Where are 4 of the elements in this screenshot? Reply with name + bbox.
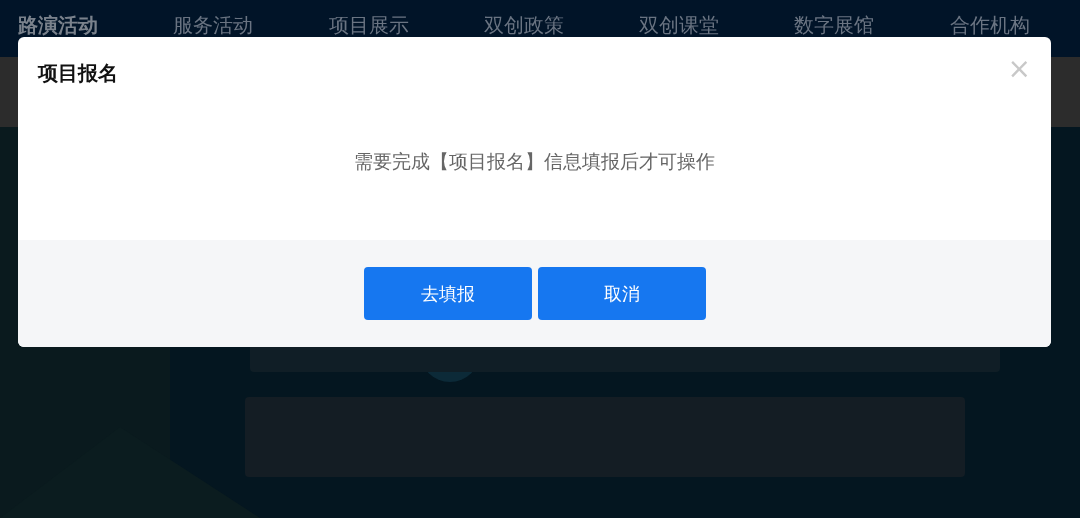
fill-in-button[interactable]: 去填报 (363, 267, 532, 320)
dialog-message: 需要完成【项目报名】信息填报后才可操作 (354, 149, 715, 174)
dialog-title: 项目报名 (38, 60, 118, 87)
cancel-button[interactable]: 取消 (537, 267, 706, 320)
